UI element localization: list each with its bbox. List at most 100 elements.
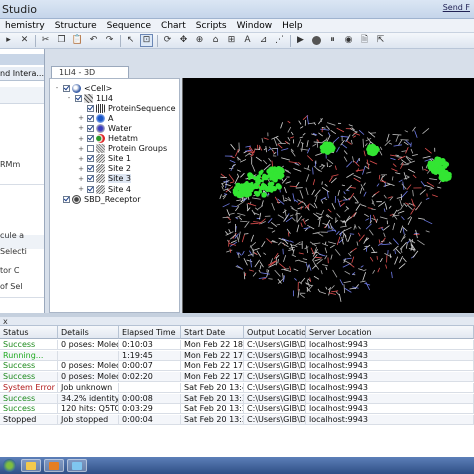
bond-segment (363, 150, 366, 157)
tab-3d-window[interactable]: 1LI4 - 3D Window (51, 66, 129, 88)
play-icon[interactable]: ▶ (294, 34, 307, 47)
paste-icon[interactable]: 📋 (71, 34, 84, 47)
visibility-checkbox[interactable] (75, 94, 82, 102)
measure-icon[interactable]: ⊿ (257, 34, 270, 47)
column-header-start-date[interactable]: Start Date (181, 326, 244, 339)
run-icon[interactable]: ▸ (2, 34, 15, 47)
visibility-checkbox[interactable] (87, 165, 94, 173)
visibility-checkbox[interactable] (87, 145, 94, 153)
visibility-checkbox[interactable] (87, 155, 94, 163)
cell-start: Mon Feb 22 17:13: (181, 361, 244, 372)
left-panel-text[interactable]: of Sel (0, 282, 22, 291)
column-header-details[interactable]: Details (58, 326, 119, 339)
bond-segment (330, 129, 337, 135)
column-header-output-location[interactable]: Output Location (244, 326, 306, 339)
menu-hemistry[interactable]: hemistry (0, 21, 50, 31)
column-header-elapsed-time[interactable]: Elapsed Time (119, 326, 181, 339)
collapse-icon[interactable]: - (65, 94, 73, 102)
visibility-checkbox[interactable] (87, 185, 94, 193)
visibility-checkbox[interactable] (63, 84, 70, 92)
visibility-checkbox[interactable] (87, 135, 94, 142)
table-row[interactable]: System ErrorJob unknown Sat Feb 20 13:45:… (0, 382, 474, 393)
3d-molecule-viewer[interactable] (182, 78, 474, 313)
column-header-server-location[interactable]: Server Location (306, 326, 474, 339)
tree-node[interactable]: + Site 4 (77, 184, 131, 194)
stop-icon[interactable] (310, 34, 323, 47)
expand-icon[interactable]: + (77, 145, 85, 153)
tree-node[interactable]: SBD_Receptor (53, 194, 141, 204)
menu-window[interactable]: Window (232, 21, 278, 31)
bond-segment (267, 227, 273, 229)
distance-icon[interactable]: ⋰ (273, 34, 286, 47)
expand-icon[interactable]: + (77, 155, 85, 163)
select-icon[interactable]: ⊡ (140, 34, 153, 47)
send-feedback-link[interactable]: Send F (443, 3, 470, 12)
copy-icon[interactable]: ❐ (55, 34, 68, 47)
copy-image-icon[interactable]: 🗎 (358, 34, 371, 47)
expand-icon[interactable]: + (77, 175, 85, 183)
visibility-checkbox[interactable] (87, 175, 94, 183)
collapse-icon[interactable]: - (53, 84, 61, 92)
table-row[interactable]: Success120 hits: Q5TCY10:03:29Sat Feb 20… (0, 404, 474, 415)
cut-icon[interactable]: ✂ (39, 34, 52, 47)
record-icon[interactable]: ◉ (342, 34, 355, 47)
bond-segment (277, 198, 285, 205)
expand-icon[interactable]: + (77, 135, 85, 143)
zoom-icon[interactable]: ⊕ (193, 34, 206, 47)
tree-node[interactable]: + Site 3 (77, 174, 131, 184)
bond-segment (303, 167, 311, 171)
expand-icon[interactable]: + (77, 165, 85, 173)
close-icon[interactable]: ✕ (18, 34, 31, 47)
left-panel-text[interactable]: Selecti (0, 247, 27, 256)
redo-icon[interactable]: ↷ (103, 34, 116, 47)
ligand-atom (321, 148, 326, 152)
center-icon[interactable]: ⊞ (225, 34, 238, 47)
tab-interactions[interactable]: nd Intera... (0, 67, 44, 81)
menu-chart[interactable]: Chart (156, 21, 191, 31)
expand-icon[interactable]: + (77, 185, 85, 193)
column-header-status[interactable]: Status (0, 326, 58, 339)
visibility-checkbox[interactable] (87, 124, 94, 132)
label-icon[interactable]: A (241, 34, 254, 47)
table-row[interactable]: Running... 1:19:45Mon Feb 22 17:17:C:\Use… (0, 350, 474, 361)
rotate-icon[interactable]: ⟳ (161, 34, 174, 47)
table-row[interactable]: Success0 poses: Molecule0:02:20Mon Feb 2… (0, 372, 474, 383)
visibility-checkbox[interactable] (87, 114, 94, 122)
bond-segment (353, 135, 357, 138)
menu-scripts[interactable]: Scripts (191, 21, 232, 31)
left-panel-text[interactable]: cule a (0, 231, 24, 240)
visibility-checkbox[interactable] (87, 104, 94, 112)
left-panel-text[interactable]: tor C (0, 266, 19, 275)
close-icon[interactable]: x (3, 317, 8, 326)
explorer-icon[interactable] (21, 459, 41, 472)
tree-node[interactable]: + Water (77, 123, 132, 133)
tree-node[interactable]: + Protein Groups (77, 144, 167, 154)
media-icon[interactable] (44, 459, 64, 472)
start-orb-icon[interactable] (3, 459, 16, 472)
table-row[interactable]: Success34.2% identity: Se0:00:08Sat Feb … (0, 393, 474, 404)
undo-icon[interactable]: ↶ (87, 34, 100, 47)
menu-structure[interactable]: Structure (50, 21, 102, 31)
tree-node[interactable]: + Hetatm (77, 134, 138, 144)
bond-segment (261, 241, 266, 248)
tree-node[interactable]: ProteinSequence (77, 103, 176, 113)
export-icon[interactable]: ⇱ (374, 34, 387, 47)
fit-icon[interactable]: ⌂ (209, 34, 222, 47)
menu-sequence[interactable]: Sequence (102, 21, 156, 31)
translate-icon[interactable]: ✥ (177, 34, 190, 47)
pause-icon[interactable]: ⏸ (326, 34, 339, 47)
table-row[interactable]: Success0 poses: Molecule0:10:03Mon Feb 2… (0, 340, 474, 350)
tree-node[interactable]: + Site 1 (77, 154, 131, 164)
studio-icon[interactable] (67, 459, 87, 472)
expand-icon[interactable]: + (77, 114, 85, 122)
expand-icon[interactable]: + (77, 124, 85, 132)
table-row[interactable]: Success0 poses: Molecule0:00:07Mon Feb 2… (0, 361, 474, 372)
tree-node[interactable]: - <Cell> (53, 83, 112, 93)
tree-node[interactable]: + Site 2 (77, 164, 131, 174)
visibility-checkbox[interactable] (63, 195, 70, 203)
tree-node[interactable]: + A (77, 113, 113, 123)
menu-help[interactable]: Help (277, 21, 308, 31)
tree-node[interactable]: - 1LI4 (65, 93, 113, 103)
table-row[interactable]: StoppedJob stopped0:00:04Sat Feb 20 13:2… (0, 414, 474, 425)
pointer-icon[interactable]: ↖ (124, 34, 137, 47)
